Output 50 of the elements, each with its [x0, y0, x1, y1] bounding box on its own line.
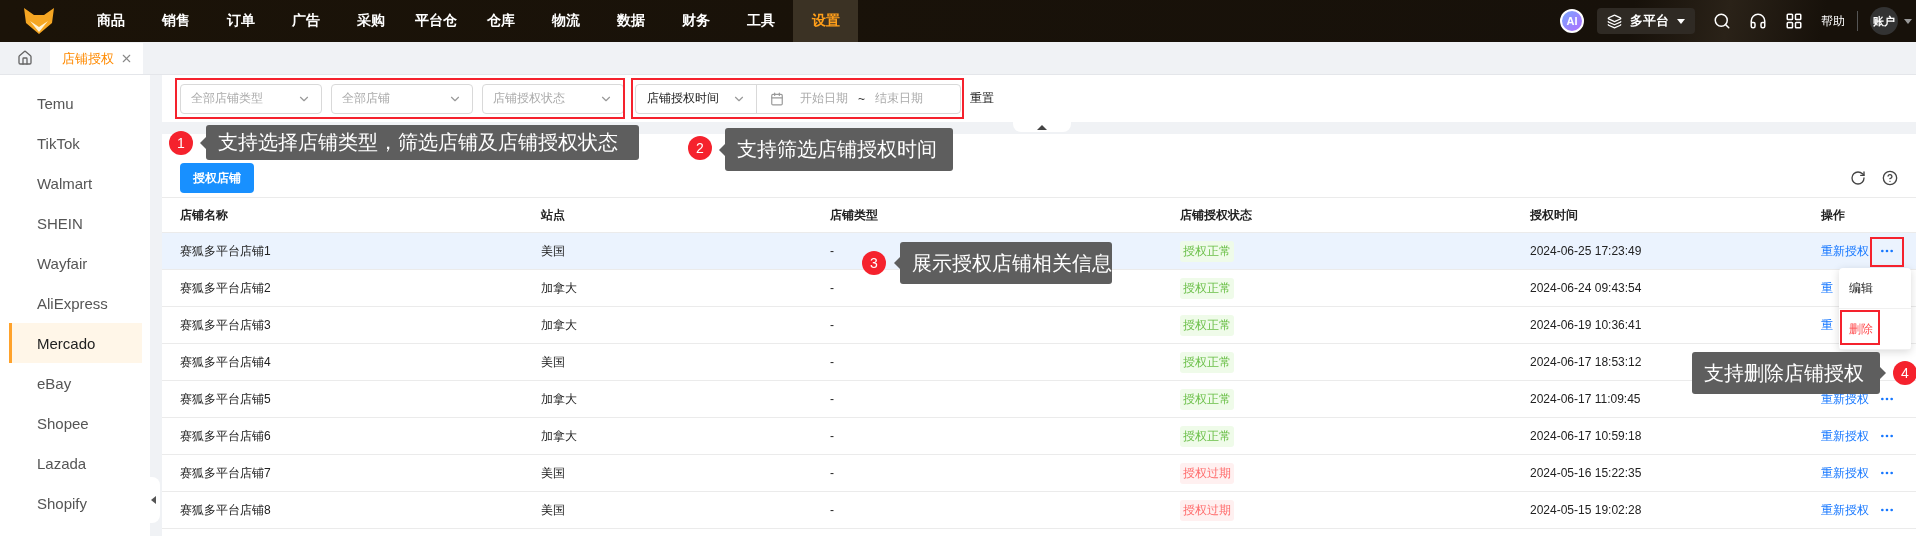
table-cell-text: 2024-06-24 09:43:54: [1529, 281, 1643, 295]
table-cell-text: 2024-06-19 10:36:41: [1529, 318, 1643, 332]
table-cell-text: 2024-06-25 17:23:49: [1529, 244, 1643, 258]
column-header: 店铺类型: [829, 206, 879, 224]
column-header: 店铺授权状态: [1179, 206, 1253, 224]
table-cell-text: 2024-06-17 11:09:45: [1529, 392, 1642, 406]
table-cell-text: -: [829, 466, 835, 480]
table-cell-text: 加拿大: [540, 316, 578, 334]
table-cell-text: -: [829, 281, 835, 295]
column-header: 店铺名称: [179, 206, 229, 224]
status-tag: 授权正常: [1180, 351, 1234, 373]
range-separator: ~: [858, 91, 865, 106]
status-tag: 授权正常: [1180, 314, 1234, 336]
table-cell-text: 2024-06-17 10:59:18: [1529, 429, 1643, 443]
table-cell-text: 赛狐多平台店铺2: [179, 279, 272, 297]
column-header: 操作: [1820, 206, 1846, 224]
table-cell-text: -: [829, 429, 835, 443]
table-cell-text: 赛狐多平台店铺3: [179, 316, 272, 334]
table-cell-text: -: [829, 503, 835, 517]
status-tag: 授权正常: [1180, 277, 1234, 299]
table-cell-text: 加拿大: [540, 427, 578, 445]
column-header: 授权时间: [1529, 206, 1579, 224]
table-cell-text: 赛狐多平台店铺6: [179, 427, 272, 445]
table-cell-text: 加拿大: [540, 390, 578, 408]
table-cell-text: 2024-05-16 15:22:35: [1529, 466, 1643, 480]
table-cell-text: 赛狐多平台店铺5: [179, 390, 272, 408]
callout-text: 支持筛选店铺授权时间: [737, 137, 937, 162]
status-tag: 授权过期: [1180, 499, 1234, 521]
table-cell-text: -: [829, 392, 835, 406]
status-tag: 授权正常: [1180, 388, 1234, 410]
status-tag: 授权正常: [1180, 240, 1234, 262]
table-cell-text: 2024-06-17 18:53:12: [1529, 355, 1643, 369]
table-cell-text: 赛狐多平台店铺8: [179, 501, 272, 519]
callout-text: 支持选择店铺类型，筛选店铺及店铺授权状态: [218, 130, 618, 155]
table-cell-text: -: [829, 318, 835, 332]
table-cell-text: 美国: [540, 242, 566, 260]
table-cell-text: 美国: [540, 501, 566, 519]
status-tag: 授权过期: [1180, 462, 1234, 484]
table-cell-text: 赛狐多平台店铺4: [179, 353, 272, 371]
step-number: 1: [169, 131, 193, 155]
table-cell-text: -: [829, 355, 835, 369]
table-cell-text: 赛狐多平台店铺7: [179, 464, 272, 482]
table-cell-text: 赛狐多平台店铺1: [179, 242, 272, 260]
status-tag: 授权正常: [1180, 425, 1234, 447]
table-cell-text: 美国: [540, 464, 566, 482]
column-header: 站点: [540, 206, 566, 224]
table-cell-text: 加拿大: [540, 279, 578, 297]
table-cell-text: 美国: [540, 353, 566, 371]
table-cell-text: -: [829, 244, 835, 258]
table-cell-text: 2024-05-15 19:02:28: [1529, 503, 1643, 517]
